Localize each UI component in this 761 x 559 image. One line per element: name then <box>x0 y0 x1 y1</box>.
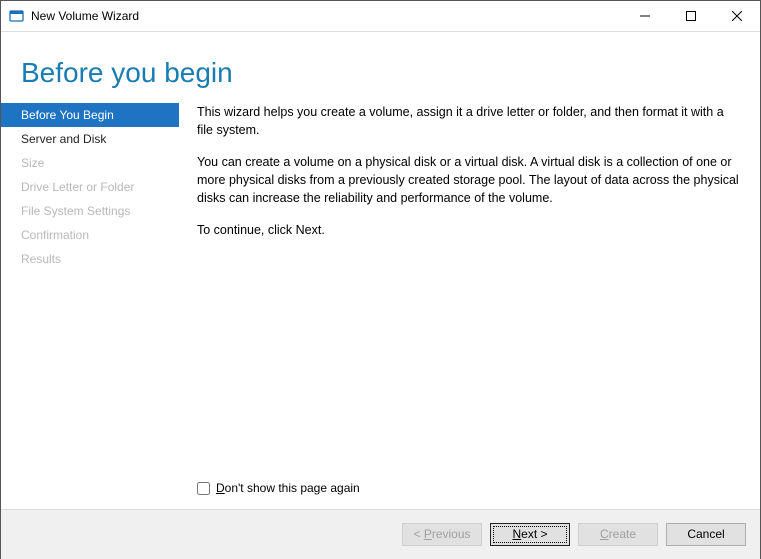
sidebar-item-confirmation: Confirmation <box>1 223 179 247</box>
window-title: New Volume Wizard <box>31 9 139 23</box>
sidebar-item-size: Size <box>1 151 179 175</box>
sidebar-item-label: Before You Begin <box>21 108 114 122</box>
dont-show-again-label[interactable]: Don't show this page again <box>216 480 360 497</box>
sidebar-item-drive-letter-or-folder: Drive Letter or Folder <box>1 175 179 199</box>
wizard-footer: < Previous Next > Create Cancel <box>1 509 760 559</box>
sidebar-item-label: Drive Letter or Folder <box>21 180 134 194</box>
sidebar-item-label: Server and Disk <box>21 132 106 146</box>
wizard-steps-sidebar: Before You Begin Server and Disk Size Dr… <box>1 99 179 509</box>
dont-show-again-checkbox[interactable] <box>197 482 210 495</box>
titlebar[interactable]: New Volume Wizard <box>1 1 760 32</box>
sidebar-item-label: Confirmation <box>21 228 89 242</box>
page-title: Before you begin <box>21 58 740 89</box>
sidebar-item-server-and-disk[interactable]: Server and Disk <box>1 127 179 151</box>
cancel-button[interactable]: Cancel <box>666 523 746 546</box>
sidebar-item-label: Results <box>21 252 61 266</box>
minimize-button[interactable] <box>622 1 668 31</box>
sidebar-item-before-you-begin[interactable]: Before You Begin <box>1 103 179 127</box>
wizard-content: This wizard helps you create a volume, a… <box>197 99 740 509</box>
intro-paragraph-2: You can create a volume on a physical di… <box>197 153 740 207</box>
next-button[interactable]: Next > <box>490 523 570 546</box>
sidebar-item-label: File System Settings <box>21 204 130 218</box>
app-icon <box>9 8 25 24</box>
create-button: Create <box>578 523 658 546</box>
previous-button: < Previous <box>402 523 482 546</box>
close-button[interactable] <box>714 1 760 31</box>
intro-paragraph-1: This wizard helps you create a volume, a… <box>197 103 740 139</box>
maximize-button[interactable] <box>668 1 714 31</box>
sidebar-item-label: Size <box>21 156 44 170</box>
sidebar-item-results: Results <box>1 247 179 271</box>
sidebar-item-file-system-settings: File System Settings <box>1 199 179 223</box>
intro-paragraph-3: To continue, click Next. <box>197 221 740 239</box>
